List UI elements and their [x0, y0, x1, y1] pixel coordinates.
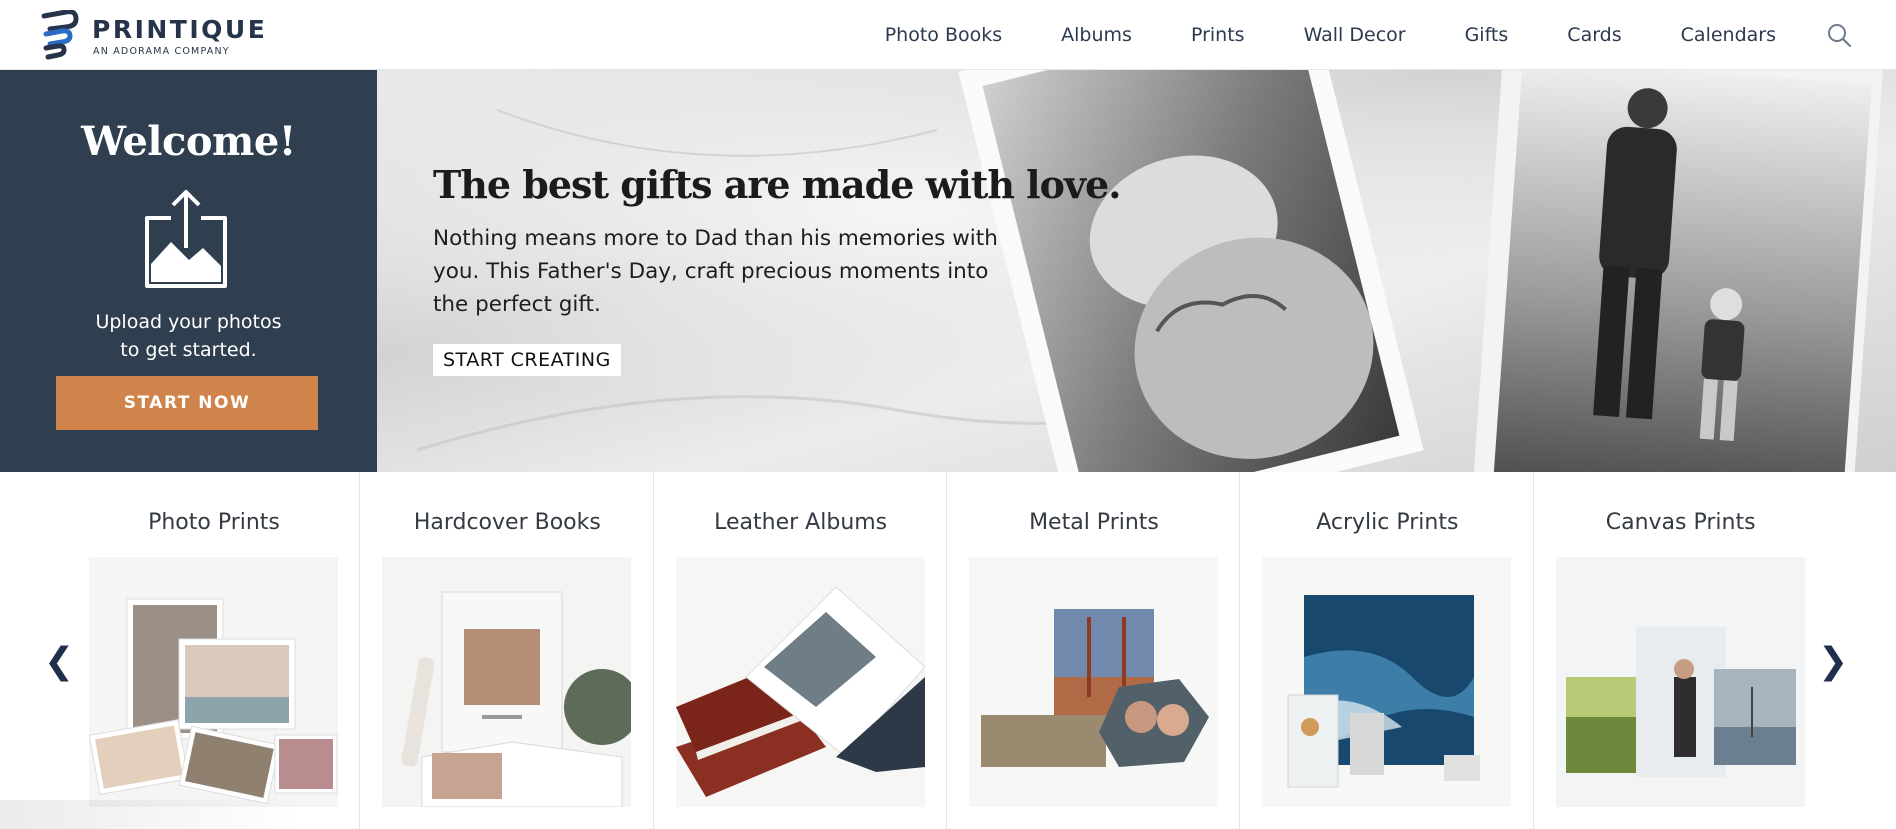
- category-image: [968, 557, 1218, 807]
- category-card-leather-albums[interactable]: Leather Albums: [654, 472, 947, 829]
- banner-body-text: Nothing means more to Dad than his memor…: [433, 226, 998, 317]
- logo-wordmark: PRINTIQUE: [92, 15, 268, 44]
- nav-prints[interactable]: Prints: [1191, 24, 1245, 46]
- bottom-left-shadow: [0, 800, 300, 829]
- logo-tagline: AN ADORAMA COMPANY: [93, 46, 230, 57]
- category-title: Canvas Prints: [1605, 510, 1756, 535]
- main-nav: Photo Books Albums Prints Wall Decor Gif…: [826, 0, 1776, 70]
- category-title: Leather Albums: [714, 510, 888, 535]
- upload-photo-icon: [145, 190, 227, 288]
- printique-logo-icon: [41, 10, 79, 60]
- welcome-panel: Welcome! Upload your photos to get start…: [0, 70, 377, 472]
- nav-photo-books[interactable]: Photo Books: [885, 24, 1002, 46]
- printique-logo[interactable]: PRINTIQUE AN ADORAMA COMPANY: [40, 10, 280, 60]
- category-image: [1555, 557, 1805, 807]
- nav-gifts[interactable]: Gifts: [1465, 24, 1509, 46]
- category-title: Acrylic Prints: [1316, 510, 1459, 535]
- category-image: [675, 557, 925, 807]
- start-now-button[interactable]: START NOW: [56, 376, 318, 430]
- category-title: Hardcover Books: [413, 510, 601, 535]
- category-carousel: ❮ Photo Prints Hardcover Books Leather A…: [0, 472, 1896, 829]
- category-image: [382, 557, 632, 807]
- search-icon: [1828, 24, 1851, 47]
- search-button[interactable]: [1826, 22, 1852, 48]
- category-title: Metal Prints: [1029, 510, 1159, 535]
- category-card-canvas-prints[interactable]: Canvas Prints: [1534, 472, 1827, 829]
- category-card-metal-prints[interactable]: Metal Prints: [947, 472, 1241, 829]
- banner-headline: The best gifts are made with love.: [433, 162, 1121, 207]
- welcome-text-line2: to get started.: [120, 339, 257, 361]
- category-card-acrylic-prints[interactable]: Acrylic Prints: [1240, 472, 1534, 829]
- nav-cards[interactable]: Cards: [1567, 24, 1621, 46]
- start-creating-button[interactable]: START CREATING: [433, 344, 621, 376]
- nav-calendars[interactable]: Calendars: [1681, 24, 1776, 46]
- welcome-text: Upload your photos to get started.: [0, 308, 377, 364]
- carousel-next-button[interactable]: ❯: [1818, 640, 1848, 684]
- nav-wall-decor[interactable]: Wall Decor: [1304, 24, 1406, 46]
- category-card-hardcover-books[interactable]: Hardcover Books: [360, 472, 654, 829]
- site-header: PRINTIQUE AN ADORAMA COMPANY Photo Books…: [0, 0, 1896, 70]
- category-title: Photo Prints: [148, 510, 280, 535]
- category-list: Photo Prints Hardcover Books Leather Alb…: [67, 472, 1827, 829]
- welcome-title: Welcome!: [81, 118, 296, 165]
- hero-banner[interactable]: The best gifts are made with love. Nothi…: [377, 70, 1896, 472]
- category-image: [89, 557, 338, 807]
- nav-albums[interactable]: Albums: [1061, 24, 1132, 46]
- chevron-right-icon: ❯: [1818, 641, 1849, 682]
- category-image: [1262, 557, 1512, 807]
- welcome-text-line1: Upload your photos: [95, 311, 282, 333]
- category-card-photo-prints[interactable]: Photo Prints: [67, 472, 361, 829]
